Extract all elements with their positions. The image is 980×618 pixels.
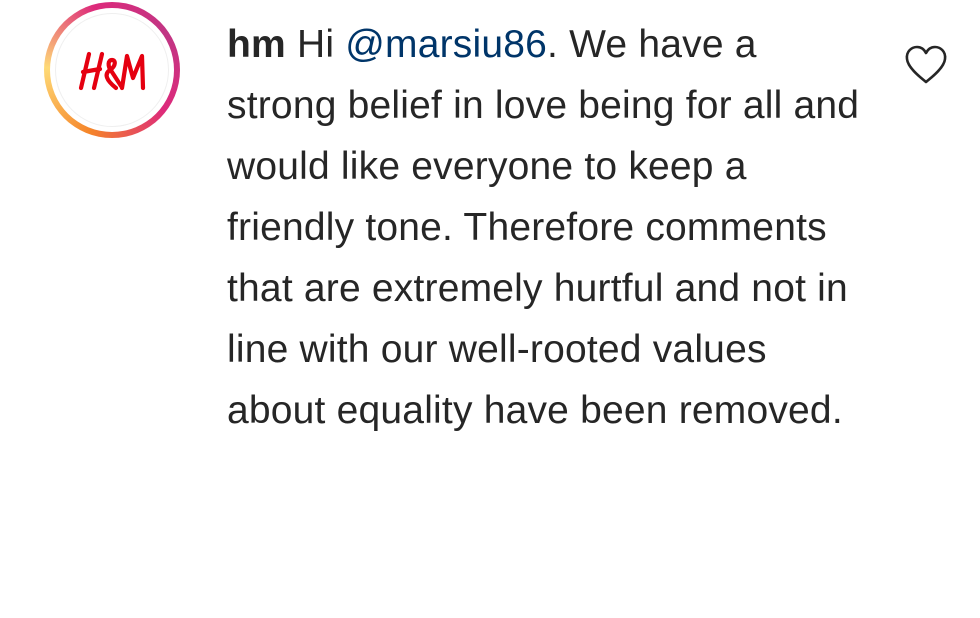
heart-outline-icon — [905, 45, 947, 84]
comment-text-block: hm Hi @marsiu86. We have a strong belief… — [227, 14, 867, 441]
greeting: Hi — [296, 23, 335, 66]
mention-link[interactable]: @marsiu86 — [345, 23, 547, 66]
comment-body: hm Hi @marsiu86. We have a strong belief… — [227, 14, 867, 441]
like-button[interactable] — [904, 45, 948, 85]
hm-logo-icon — [78, 51, 146, 91]
avatar[interactable] — [55, 13, 169, 127]
story-ring[interactable] — [44, 2, 180, 138]
avatar-ring-gap — [50, 8, 174, 132]
comment-text: . We have a strong belief in love being … — [227, 23, 860, 432]
username-link[interactable]: hm — [227, 23, 286, 66]
comment: hm Hi @marsiu86. We have a strong belief… — [0, 0, 980, 618]
